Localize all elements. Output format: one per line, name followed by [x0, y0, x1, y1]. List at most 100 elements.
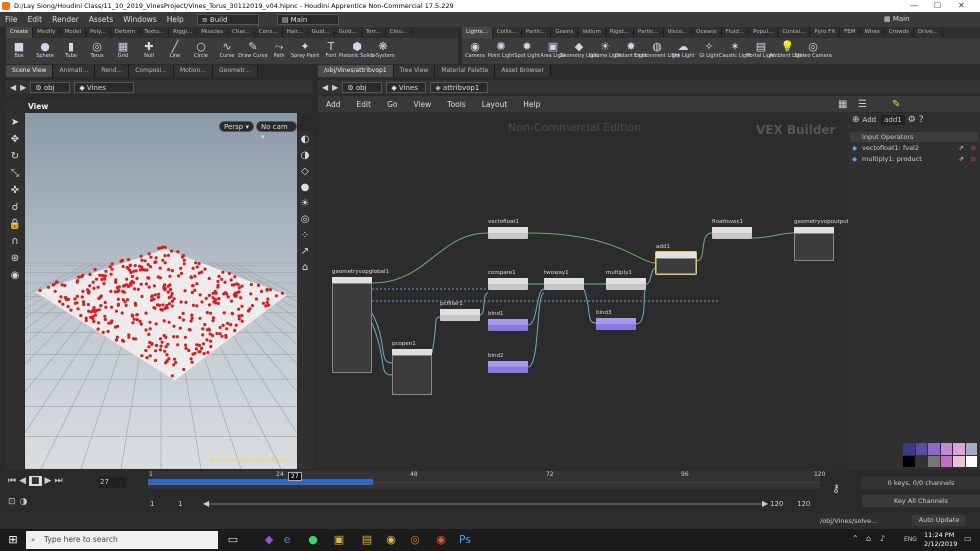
- shelf-tab[interactable]: Pyro FX: [810, 27, 841, 38]
- spotify-icon[interactable]: ●: [306, 533, 320, 547]
- right-pane-tab[interactable]: Tree View: [393, 65, 436, 77]
- shelf-tool-distant-light[interactable]: ✸ Distant Light: [615, 38, 647, 64]
- ln-app-icon[interactable]: ▣: [332, 533, 346, 547]
- normals-icon[interactable]: ↗: [298, 245, 312, 259]
- shelf-tab[interactable]: Lights...: [462, 27, 493, 38]
- shelf-tab[interactable]: Contai...: [778, 27, 811, 38]
- photoshop-icon[interactable]: Ps: [458, 533, 472, 547]
- task-view-icon[interactable]: ▭: [226, 533, 240, 547]
- remove-icon[interactable]: ⊖: [971, 143, 976, 153]
- node-name-field[interactable]: add1: [881, 115, 905, 125]
- path-node[interactable]: ◆ Vines: [74, 81, 135, 93]
- snap-icon[interactable]: ⊛: [8, 252, 22, 266]
- close-icon[interactable]: ✕: [958, 0, 965, 12]
- shelf-tab[interactable]: Partic...: [522, 27, 552, 38]
- wallet-icon[interactable]: ▤: [360, 533, 374, 547]
- left-pane-tab[interactable]: Motion...: [173, 65, 213, 77]
- shelf-tab[interactable]: Visco...: [664, 27, 693, 38]
- start-frame-field[interactable]: 1: [150, 500, 154, 508]
- visual-studio-icon[interactable]: ◆: [262, 533, 276, 547]
- menu-render[interactable]: Render: [47, 15, 84, 24]
- shelf-tool-caustic-light[interactable]: ✶ Caustic Light: [719, 38, 752, 64]
- left-pane-tab[interactable]: Scene View: [6, 65, 54, 77]
- help-icon[interactable]: ?: [919, 115, 924, 125]
- shelf-tool-gi-light[interactable]: ✧ GI Light: [696, 38, 722, 64]
- clock-date[interactable]: 2/12/2019: [924, 540, 957, 548]
- shelf-tab[interactable]: Crowds: [885, 27, 914, 38]
- vop-node[interactable]: [488, 361, 528, 373]
- chrome-icon[interactable]: ◉: [384, 533, 398, 547]
- main-desktop-select-right[interactable]: ▦ Main: [880, 14, 940, 25]
- left-pane-tab[interactable]: Composi...: [129, 65, 174, 77]
- move-tool-icon[interactable]: ✥: [8, 133, 22, 147]
- notification-icon[interactable]: ▭: [964, 534, 972, 543]
- shaded-icon[interactable]: ●: [298, 181, 312, 195]
- vop-node[interactable]: [392, 349, 432, 395]
- end-frame-field[interactable]: 120: [797, 500, 810, 508]
- shelf-tool-portal-light[interactable]: ▤ Portal Light: [747, 38, 775, 64]
- network-editor[interactable]: Non-Commercial Edition VEX Builder geome…: [318, 113, 852, 469]
- shelf-tab[interactable]: Guid...: [335, 27, 362, 38]
- range-start-field[interactable]: 1: [178, 500, 182, 508]
- net-menu-go[interactable]: Go: [379, 100, 405, 109]
- vop-node[interactable]: [332, 277, 372, 373]
- shelf-tool-path[interactable]: ⤳ Path: [266, 38, 292, 64]
- language-label[interactable]: ENG: [904, 536, 917, 543]
- shelf-tab[interactable]: FEM: [840, 27, 861, 38]
- shelf-tab[interactable]: Deform: [111, 27, 141, 38]
- shelf-tool-torus[interactable]: ◎ Torus: [84, 38, 110, 64]
- path-root[interactable]: ⚙ obj: [342, 81, 383, 93]
- shelf-tab[interactable]: Clou...: [386, 27, 413, 38]
- houdini-icon[interactable]: ◎: [408, 533, 422, 547]
- shelf-tab[interactable]: Vellum: [578, 27, 606, 38]
- shelf-tab[interactable]: Modify: [33, 27, 61, 38]
- view-tool-icon[interactable]: ◉: [8, 269, 22, 283]
- forward-icon[interactable]: ▶: [20, 83, 26, 92]
- range-start-handle[interactable]: ◀: [203, 499, 209, 508]
- vop-node[interactable]: [440, 309, 480, 321]
- magnet-icon[interactable]: ∩: [8, 235, 22, 249]
- shelf-tool-ambient-light[interactable]: 💡 Ambient Light: [769, 38, 804, 64]
- pose-tool-icon[interactable]: ☌: [8, 201, 22, 215]
- vop-node[interactable]: [596, 318, 636, 330]
- net-menu-edit[interactable]: Edit: [349, 100, 380, 109]
- menu-windows[interactable]: Windows: [118, 15, 161, 24]
- input-operator-row[interactable]: ◆ vectofloat1: fval2 ⇗ ⊖: [850, 143, 978, 153]
- vop-node[interactable]: [544, 278, 584, 290]
- shelf-tool-curve[interactable]: ∿ Curve: [214, 38, 240, 64]
- note-icon[interactable]: ✎: [892, 99, 900, 110]
- shelf-tool-draw-curve[interactable]: ✎ Draw Curve: [238, 38, 267, 64]
- layout-grid-icon[interactable]: ▦: [838, 99, 847, 110]
- shelf-tab[interactable]: Wires: [860, 27, 885, 38]
- scene-viewport[interactable]: Persp ▾ No cam ▾ Non-Commercial Edition: [25, 113, 297, 469]
- shelf-tool-sky-light[interactable]: ☁ Sky Light: [670, 38, 696, 64]
- menu-assets[interactable]: Assets: [84, 15, 118, 24]
- shelf-tab[interactable]: Grains: [551, 27, 579, 38]
- build-desktop-select[interactable]: ≡ Build: [196, 14, 259, 25]
- net-menu-help[interactable]: Help: [515, 100, 548, 109]
- taskbar-search[interactable]: ⌕ Type here to search: [26, 531, 218, 549]
- vop-node[interactable]: [712, 227, 752, 239]
- shelf-tab[interactable]: Riggi...: [169, 27, 198, 38]
- points-icon[interactable]: ⁘: [298, 229, 312, 243]
- right-pane-tab[interactable]: /obj/Vines/attribvop1: [318, 65, 394, 77]
- vop-node[interactable]: [488, 319, 528, 331]
- left-pane-tab[interactable]: Rend...: [95, 65, 130, 77]
- key-icon[interactable]: ⚷: [832, 482, 840, 495]
- net-menu-tools[interactable]: Tools: [439, 100, 473, 109]
- edge-icon[interactable]: e: [280, 533, 294, 547]
- key-all-channels-button[interactable]: Key All Channels: [862, 495, 980, 507]
- jump-icon[interactable]: ⇗: [959, 143, 964, 153]
- range-slider[interactable]: [204, 503, 764, 505]
- shelf-tab[interactable]: Poly...: [86, 27, 111, 38]
- rotate-tool-icon[interactable]: ↻: [8, 150, 22, 164]
- ghost-icon[interactable]: ◑: [298, 149, 312, 163]
- shelf-tab[interactable]: Cons...: [255, 27, 283, 38]
- net-menu-add[interactable]: Add: [318, 100, 349, 109]
- clock-time[interactable]: 11:24 PM: [924, 531, 954, 539]
- shelf-tool-environment-light[interactable]: ◍ Environment Light: [634, 38, 680, 64]
- camera-menu[interactable]: No cam ▾: [256, 121, 297, 141]
- tray-chevron-icon[interactable]: ⌃: [852, 534, 859, 543]
- shelf-tab[interactable]: Popul...: [749, 27, 779, 38]
- jump-icon[interactable]: ⇗: [959, 154, 964, 164]
